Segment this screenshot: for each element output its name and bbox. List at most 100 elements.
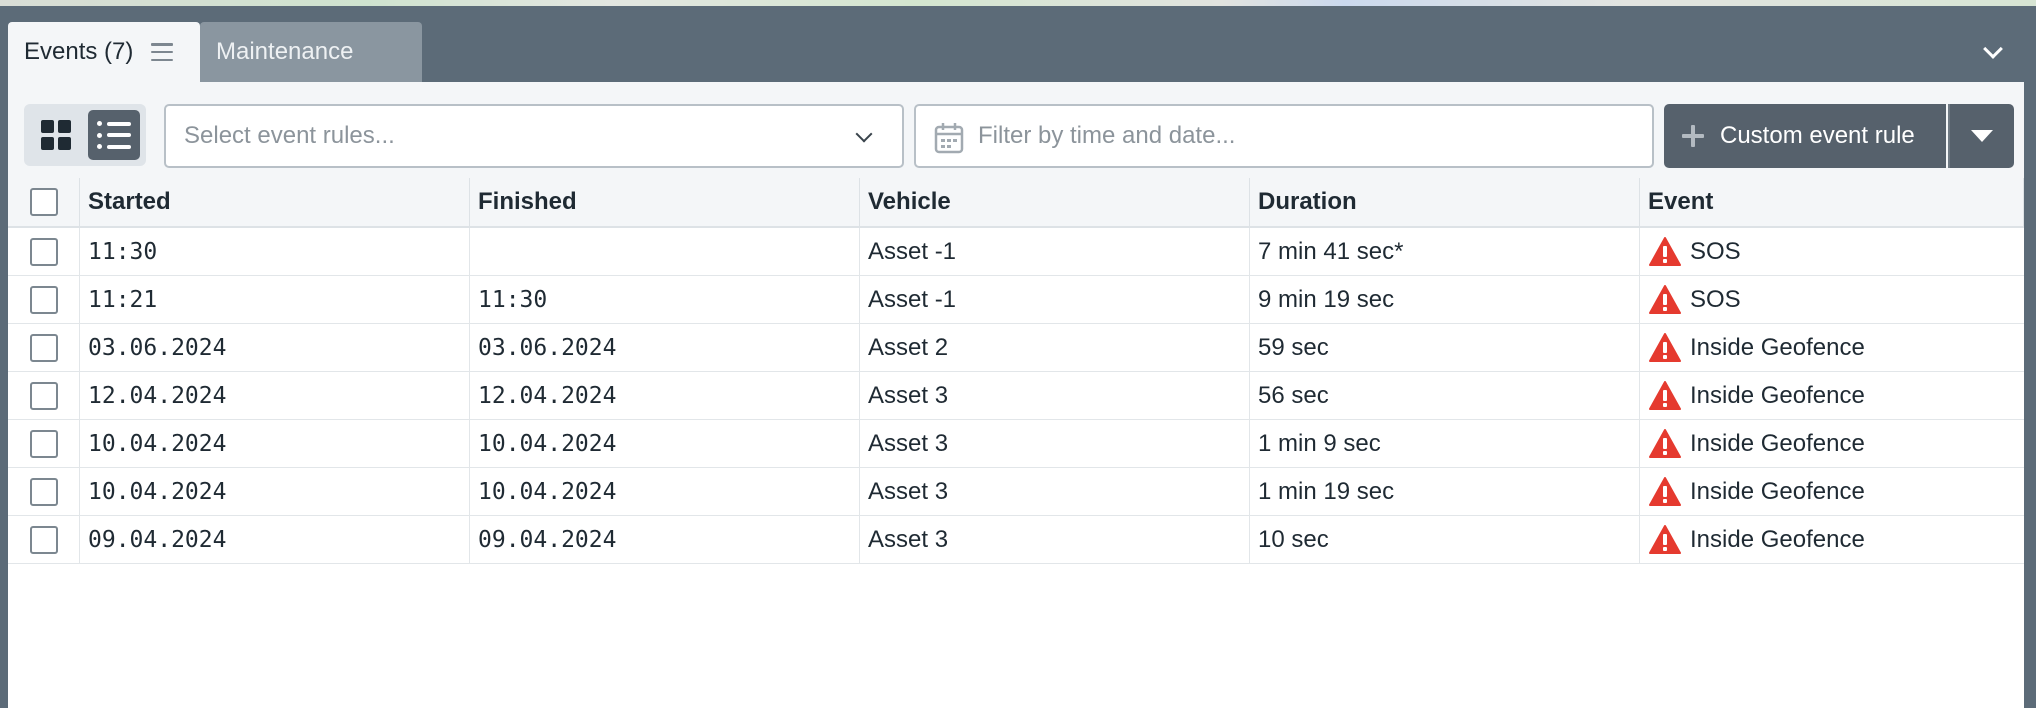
table-row[interactable]: 03.06.2024 03.06.2024 Asset 2 59 sec Inside … [8, 324, 2024, 372]
table-row[interactable]: 10.04.2024 10.04.2024 Asset 31 min 9 sec In… [8, 420, 2024, 468]
chevron-down-icon[interactable] [1983, 39, 2003, 59]
row-checkbox[interactable] [29, 381, 58, 410]
event-label: SOS [1690, 237, 1741, 265]
cell-event: Inside Geofence [1640, 468, 2024, 515]
tab-events-label: Events (7) [24, 38, 134, 65]
cell-started: 10.04.2024 [80, 420, 470, 467]
list-view-button[interactable] [88, 110, 140, 160]
cell-duration: 10 sec [1250, 516, 1640, 563]
cell-duration: 59 sec [1250, 324, 1640, 371]
cell-event: SOS [1640, 228, 2024, 275]
custom-event-rule-dropdown-button[interactable] [1948, 104, 2014, 168]
cell-finished: 09.04.2024 [470, 516, 860, 563]
cell-duration: 1 min 19 sec [1250, 468, 1640, 515]
row-checkbox[interactable] [29, 429, 58, 458]
events-content: Select event rules... Filter by time and… [8, 82, 2024, 708]
cell-vehicle: Asset 3 [860, 372, 1250, 419]
table-row[interactable]: 10.04.2024 10.04.2024 Asset 31 min 19 sec I… [8, 468, 2024, 516]
calendar-icon [934, 123, 964, 154]
row-select-cell [8, 228, 80, 275]
events-table: Started Finished Vehicle Duration Event … [8, 178, 2024, 564]
events-panel: Events (7) Maintenance Select event rule… [0, 6, 2036, 708]
cell-started: 12.04.2024 [80, 372, 470, 419]
cell-started: 03.06.2024 [80, 324, 470, 371]
event-label: Inside Geofence [1690, 333, 1865, 361]
grid-view-button[interactable] [30, 110, 82, 160]
event-rules-select[interactable]: Select event rules... [164, 104, 904, 168]
cell-finished: 12.04.2024 [470, 372, 860, 419]
view-toggle [24, 104, 146, 166]
table-row[interactable]: 11:21 11:30 Asset -1 9 min 19 sec SOS [8, 276, 2024, 324]
cell-vehicle: Asset 3 [860, 516, 1250, 563]
warning-triangle-icon [1649, 428, 1681, 458]
plus-icon [1682, 125, 1704, 147]
cell-vehicle: Asset -1 [860, 276, 1250, 323]
row-checkbox[interactable] [29, 285, 58, 314]
select-all-checkbox[interactable] [29, 188, 58, 216]
cell-started: 11:30 [80, 228, 470, 275]
row-select-cell [8, 516, 80, 563]
row-checkbox[interactable] [29, 237, 58, 266]
custom-event-rule-button[interactable]: Custom event rule [1664, 104, 1946, 168]
row-checkbox[interactable] [29, 525, 58, 554]
chevron-down-icon [855, 125, 873, 143]
custom-event-rule-label: Custom event rule [1720, 122, 1915, 149]
date-filter-input[interactable]: Filter by time and date... [914, 104, 1654, 168]
table-header: Started Finished Vehicle Duration Event [8, 178, 2024, 228]
warning-triangle-icon [1649, 332, 1681, 362]
tab-maintenance[interactable]: Maintenance [200, 22, 422, 82]
tab-events[interactable]: Events (7) [8, 22, 200, 82]
cell-duration: 7 min 41 sec* [1250, 228, 1640, 275]
row-checkbox[interactable] [29, 477, 58, 506]
cell-duration: 56 sec [1250, 372, 1640, 419]
row-select-cell [8, 372, 80, 419]
table-row[interactable]: 11:30 Asset -1 7 min 41 sec* SOS [8, 228, 2024, 276]
tab-maintenance-label: Maintenance [216, 38, 354, 65]
warning-triangle-icon [1649, 524, 1681, 554]
cell-event: Inside Geofence [1640, 420, 2024, 467]
row-checkbox[interactable] [29, 333, 58, 362]
header-duration[interactable]: Duration [1250, 178, 1640, 226]
row-select-cell [8, 420, 80, 467]
cell-duration: 9 min 19 sec [1250, 276, 1640, 323]
cell-finished: 03.06.2024 [470, 324, 860, 371]
cell-event: Inside Geofence [1640, 516, 2024, 563]
header-vehicle[interactable]: Vehicle [860, 178, 1250, 226]
row-select-cell [8, 324, 80, 371]
cell-event: SOS [1640, 276, 2024, 323]
warning-triangle-icon [1649, 380, 1681, 410]
cell-vehicle: Asset 3 [860, 468, 1250, 515]
warning-triangle-icon [1649, 236, 1681, 266]
event-rules-placeholder: Select event rules... [184, 122, 395, 149]
row-select-cell [8, 276, 80, 323]
list-icon [97, 121, 131, 149]
cell-finished [470, 228, 860, 275]
cell-started: 10.04.2024 [80, 468, 470, 515]
hamburger-icon[interactable] [151, 43, 174, 61]
cell-started: 09.04.2024 [80, 516, 470, 563]
cell-vehicle: Asset 3 [860, 420, 1250, 467]
date-filter-placeholder: Filter by time and date... [978, 122, 1236, 149]
event-label: SOS [1690, 285, 1741, 313]
event-label: Inside Geofence [1690, 525, 1865, 553]
table-row[interactable]: 12.04.2024 12.04.2024 Asset 3 56 sec Inside … [8, 372, 2024, 420]
warning-triangle-icon [1649, 476, 1681, 506]
grid-icon [41, 120, 71, 150]
header-started[interactable]: Started [80, 178, 470, 226]
cell-duration: 1 min 9 sec [1250, 420, 1640, 467]
table-row[interactable]: 09.04.2024 09.04.2024 Asset 3 10 sec Inside … [8, 516, 2024, 564]
cell-vehicle: Asset -1 [860, 228, 1250, 275]
event-label: Inside Geofence [1690, 381, 1865, 409]
cell-finished: 10.04.2024 [470, 420, 860, 467]
cell-vehicle: Asset 2 [860, 324, 1250, 371]
table-body: 11:30 Asset -1 7 min 41 sec* SOS 11:21 11:30 A… [8, 228, 2024, 564]
cell-finished: 10.04.2024 [470, 468, 860, 515]
row-select-cell [8, 468, 80, 515]
cell-finished: 11:30 [470, 276, 860, 323]
header-event[interactable]: Event [1640, 178, 2024, 226]
event-label: Inside Geofence [1690, 429, 1865, 457]
caret-down-icon [1971, 130, 1993, 142]
cell-event: Inside Geofence [1640, 372, 2024, 419]
header-finished[interactable]: Finished [470, 178, 860, 226]
select-all-cell [8, 178, 80, 226]
